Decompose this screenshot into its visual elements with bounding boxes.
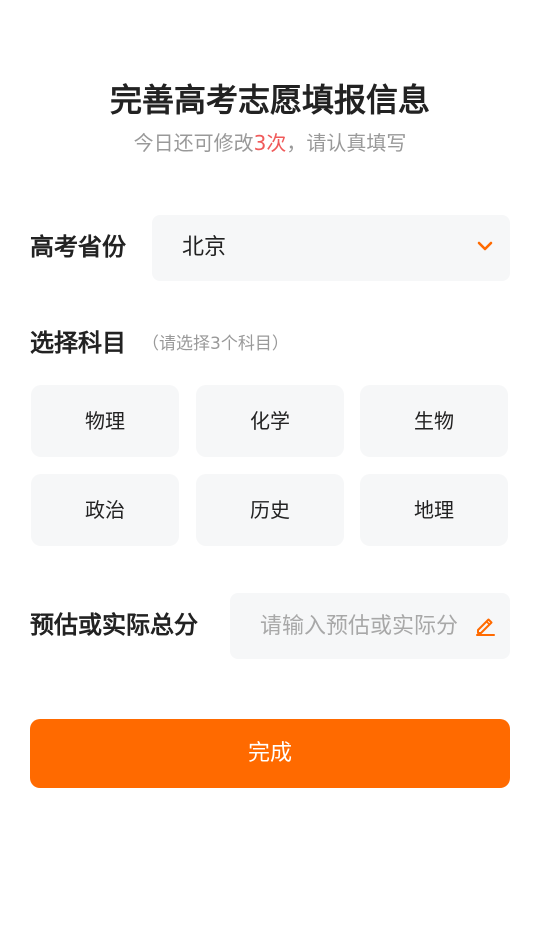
chevron-down-icon: [477, 241, 493, 251]
province-select[interactable]: 北京: [152, 215, 510, 281]
province-label: 高考省份: [30, 233, 126, 261]
subject-option-physics[interactable]: 物理: [31, 385, 179, 457]
edit-icon: [476, 618, 495, 636]
notice-suffix: ，请认真填写: [286, 131, 407, 155]
province-selected-value: 北京: [182, 235, 227, 260]
score-field[interactable]: [230, 593, 510, 659]
notice-prefix: 今日还可修改: [133, 131, 254, 155]
remaining-edits-count: 3次: [253, 131, 287, 155]
subjects-hint: （请选择3个科目）: [142, 334, 289, 354]
submit-button[interactable]: 完成: [30, 719, 510, 788]
subject-option-politics[interactable]: 政治: [31, 474, 179, 546]
subjects-title: 选择科目: [30, 329, 126, 357]
subject-option-history[interactable]: 历史: [196, 474, 344, 546]
subject-option-chemistry[interactable]: 化学: [196, 385, 344, 457]
subject-option-biology[interactable]: 生物: [360, 385, 508, 457]
subject-option-geography[interactable]: 地理: [360, 474, 508, 546]
page-title: 完善高考志愿填报信息: [109, 81, 430, 119]
score-label: 预估或实际总分: [30, 611, 198, 639]
score-input[interactable]: [260, 610, 474, 642]
edit-limit-notice: 今日还可修改3次，请认真填写: [0, 129, 540, 157]
